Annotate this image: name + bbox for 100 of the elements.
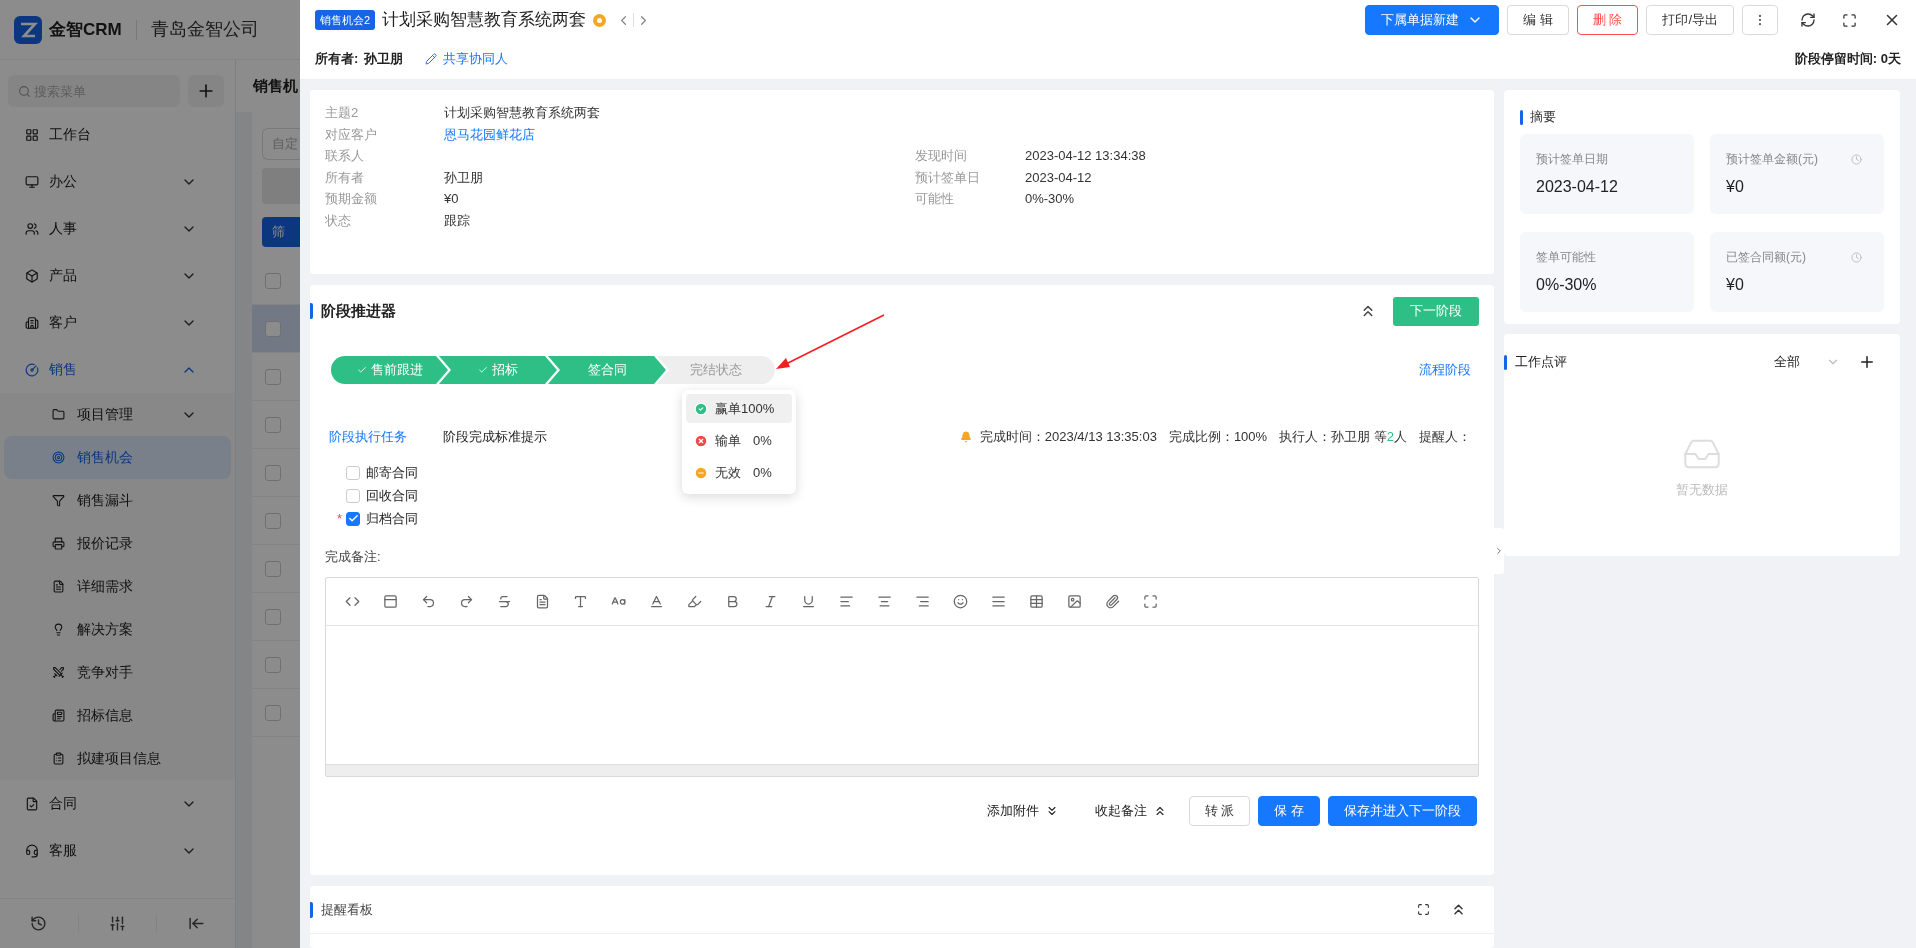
outcome-option[interactable]: 输单 0% [686, 426, 792, 455]
share-link[interactable]: 共享协同人 [443, 49, 509, 69]
tile-value: 2023-04-12 [1536, 177, 1619, 197]
emoji-icon[interactable] [953, 593, 968, 609]
action-button[interactable]: 编 辑 [1507, 5, 1569, 35]
edit-icon [425, 53, 438, 65]
underline-icon[interactable] [801, 593, 816, 609]
attachment-icon[interactable] [1105, 593, 1120, 609]
sliders-icon[interactable] [109, 915, 126, 932]
completion-time: 完成时间：2023/4/13 13:35:03 [979, 428, 1157, 447]
menu-item[interactable]: 人事 [0, 205, 235, 252]
strikethrough-icon[interactable] [497, 593, 512, 609]
row-checkbox[interactable] [265, 272, 281, 289]
fullscreen-icon[interactable] [1417, 903, 1430, 916]
add-button[interactable] [188, 75, 224, 107]
add-attachment-button[interactable]: 添加附件 [986, 800, 1059, 821]
action-button[interactable]: 保存并进入下一阶段 [1328, 795, 1477, 826]
task-label: 回收合同 [366, 486, 418, 505]
text-icon[interactable] [573, 593, 588, 609]
submenu-item[interactable]: 解决方案 [4, 608, 231, 651]
customer-link[interactable]: 恩马花园鲜花店 [444, 126, 535, 142]
row-checkbox[interactable] [265, 512, 281, 529]
target-icon [52, 451, 65, 464]
submenu-item[interactable]: 销售漏斗 [4, 479, 231, 522]
filter-select[interactable]: 全部 [1774, 352, 1840, 372]
people-icon [25, 221, 39, 236]
field-label: 发现时间 [915, 148, 967, 163]
row-checkbox[interactable] [265, 560, 281, 577]
row-checkbox[interactable] [265, 368, 281, 385]
row-checkbox[interactable] [265, 320, 281, 337]
task-checkbox[interactable] [346, 511, 360, 526]
submenu-item[interactable]: 项目管理 [4, 393, 231, 436]
history-icon[interactable] [30, 915, 48, 932]
font-color-icon[interactable] [649, 593, 664, 609]
submenu-item[interactable]: 详细需求 [4, 565, 231, 608]
grid-icon [25, 127, 39, 142]
image-icon[interactable] [1067, 593, 1082, 609]
menu-item[interactable]: 客户 [0, 299, 235, 346]
action-button[interactable]: 下属单据新建 [1365, 5, 1500, 35]
layout-icon[interactable] [383, 593, 398, 609]
redo-icon[interactable] [459, 593, 474, 609]
section-title: 阶段推进器 [321, 300, 396, 321]
row-checkbox[interactable] [265, 416, 281, 433]
submenu-item[interactable]: 销售机会 [4, 436, 231, 479]
undo-icon[interactable] [421, 593, 436, 609]
filter-block [262, 168, 300, 204]
task-tab[interactable]: 阶段执行任务 [329, 427, 407, 447]
fullscreen-icon[interactable] [1842, 12, 1857, 28]
bulb-icon [52, 623, 65, 636]
align-left-icon[interactable] [839, 593, 854, 609]
action-button[interactable]: 转 派 [1188, 795, 1251, 826]
refresh-icon[interactable] [1800, 12, 1816, 28]
menu-item[interactable]: 合同 [0, 780, 235, 827]
action-button[interactable]: 保 存 [1258, 795, 1320, 826]
align-right-icon[interactable] [915, 593, 930, 609]
delete-button[interactable]: 删 除 [1576, 5, 1639, 35]
section-title: 提醒看板 [321, 900, 373, 919]
line-height-icon[interactable] [991, 593, 1006, 609]
folder-icon [52, 408, 65, 421]
flow-stage-link[interactable]: 流程阶段 [1419, 360, 1471, 380]
section-title: 工作点评 [1515, 353, 1567, 372]
document-icon[interactable] [535, 593, 550, 609]
italic-icon[interactable] [763, 593, 778, 609]
modal-overlay[interactable] [0, 0, 300, 948]
submenu-item[interactable]: 招标信息 [4, 694, 231, 737]
owner-name: 孙卫朋 [364, 50, 404, 69]
table-icon[interactable] [1029, 593, 1044, 609]
document-icon [52, 580, 65, 593]
add-icon[interactable] [1858, 353, 1876, 371]
collapse-menu-icon[interactable] [187, 915, 205, 932]
filter-button[interactable]: 筛 [262, 217, 300, 247]
stay-time: 阶段停留时间: 0天 [1794, 50, 1901, 69]
task-checkbox[interactable] [346, 488, 360, 503]
row-checkbox[interactable] [265, 656, 281, 673]
align-center-icon[interactable] [877, 593, 892, 609]
tile-label: 已签合同额(元) [1726, 249, 1806, 266]
bold-icon[interactable] [725, 593, 740, 609]
task-tab[interactable]: 阶段完成标准提示 [443, 427, 547, 447]
tile-label: 签单可能性 [1536, 249, 1596, 266]
menu-item[interactable]: 销售 [0, 346, 235, 393]
row-checkbox[interactable] [265, 464, 281, 481]
outcome-option[interactable]: 赢单100% [686, 394, 792, 423]
side-panel-toggle[interactable] [1494, 528, 1504, 574]
submenu-item[interactable]: 竞争对手 [4, 651, 231, 694]
menu-item[interactable]: 办公 [0, 158, 235, 205]
required-mark: * [336, 510, 342, 526]
submenu-item[interactable]: 报价记录 [4, 522, 231, 565]
submenu-item[interactable]: 拟建项目信息 [4, 737, 231, 780]
document-icon [25, 796, 39, 811]
field-value: 计划采购智慧教育系统两套 [444, 105, 600, 120]
menu-item[interactable]: 产品 [0, 252, 235, 299]
menu-item[interactable]: 工作台 [0, 111, 235, 158]
menu-item[interactable]: 客服 [0, 827, 235, 874]
row-checkbox[interactable] [265, 704, 281, 721]
row-checkbox[interactable] [265, 608, 281, 625]
task-checkbox[interactable] [346, 465, 360, 480]
action-button[interactable]: 打印/导出 [1646, 5, 1734, 35]
outcome-option[interactable]: 无效 0% [686, 458, 792, 487]
highlight-icon[interactable] [687, 593, 702, 609]
collapse-note-button[interactable]: 收起备注 [1094, 800, 1167, 821]
